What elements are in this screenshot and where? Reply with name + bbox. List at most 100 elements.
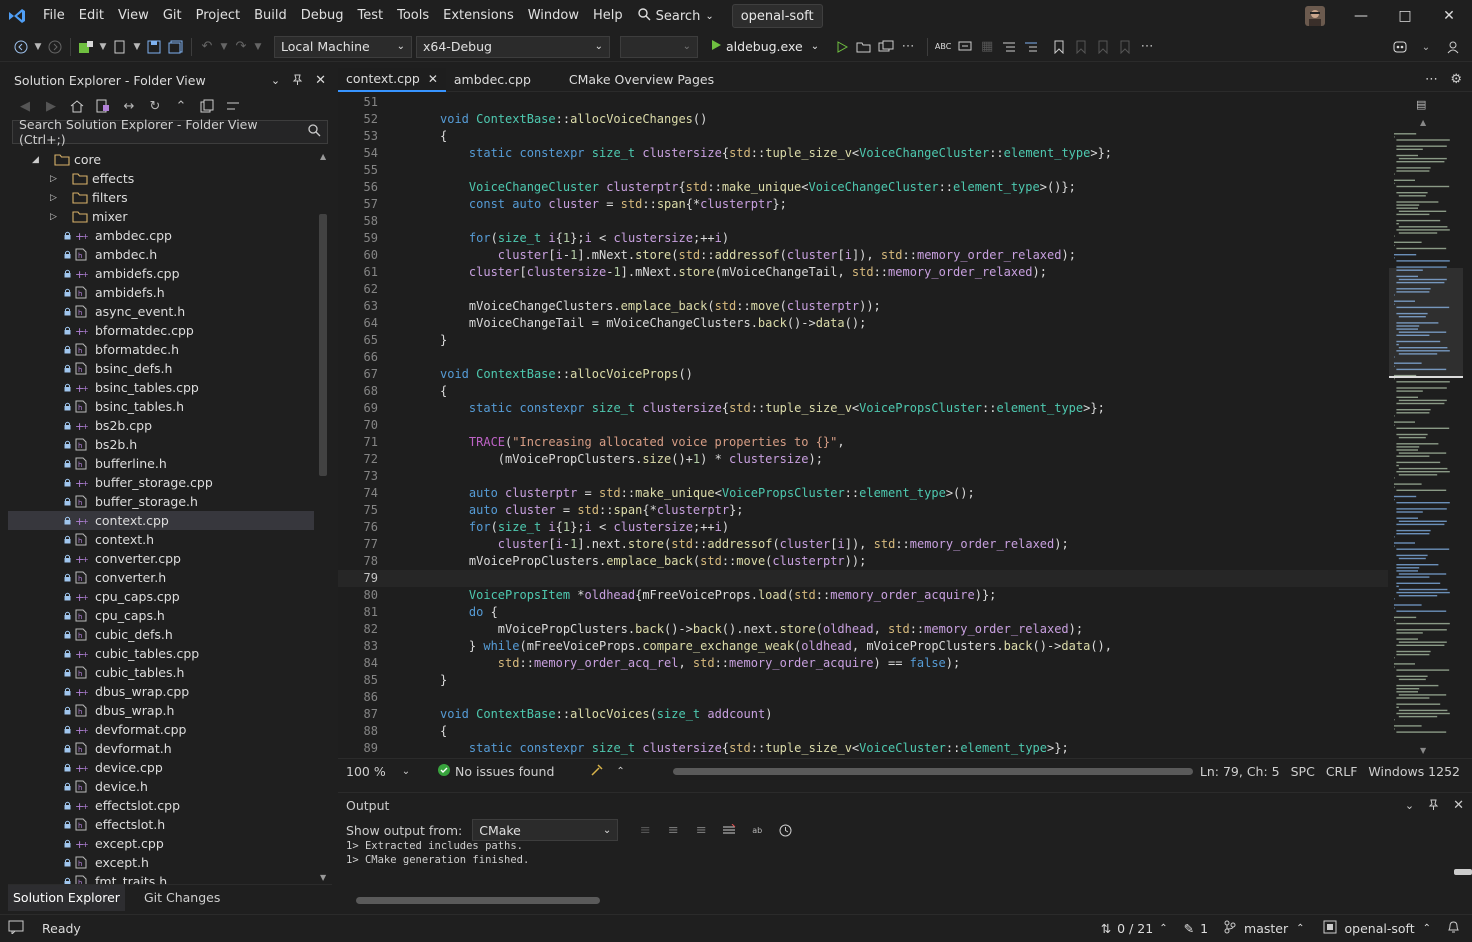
next-bookmark-icon[interactable] [1092,36,1114,58]
menu-tools[interactable]: Tools [390,4,436,28]
navigate-forward-icon[interactable] [44,36,66,58]
chevron-down-icon[interactable]: ⌄ [271,74,280,87]
search-menu[interactable]: Search ⌄ [630,4,722,28]
sidebar-tab-solution-explorer[interactable]: Solution Explorer [8,884,125,911]
output-source-dropdown[interactable]: CMake ⌄ [472,819,619,841]
menu-project[interactable]: Project [189,4,247,28]
chevron-down-icon[interactable]: ⌄ [1405,799,1414,812]
user-avatar[interactable] [1305,6,1325,26]
code-line[interactable]: 78 mVoicePropClusters.emplace_back(std::… [338,553,1388,570]
output-text[interactable]: 1> Extracted includes paths. 1> CMake gen… [346,839,529,867]
tree-item[interactable]: h async_event.h [8,302,314,321]
chevron-down-icon[interactable]: ▼ [32,36,44,58]
back-icon[interactable]: ◀ [14,95,36,117]
tree-item[interactable]: h bs2b.h [8,435,314,454]
tree-item[interactable]: h devformat.h [8,739,314,758]
more-options-icon[interactable]: ⋯ [1136,36,1158,58]
clear-bookmarks-icon[interactable] [1114,36,1136,58]
tree-item[interactable]: h ambidefs.h [8,283,314,302]
tree-item[interactable]: + + except.cpp [8,834,314,853]
platform-dropdown[interactable]: ⌄ [620,35,698,58]
menu-debug[interactable]: Debug [294,4,351,28]
previous-message-icon[interactable]: ≡ [662,819,684,841]
chevron-down-icon[interactable]: ⌄ [1415,36,1437,58]
tree-item[interactable]: h converter.h [8,568,314,587]
tree-item[interactable]: + + cubic_tables.cpp [8,644,314,663]
more-options-icon[interactable]: ⋯ [897,36,919,58]
repository-name[interactable]: openal-soft [1345,921,1415,936]
configuration-dropdown[interactable]: x64-Debug ⌄ [416,35,610,58]
code-line[interactable]: 68 { [338,383,1388,400]
tree-item[interactable]: + + context.cpp [8,511,314,530]
next-message-icon[interactable]: ≡ [690,819,712,841]
close-icon[interactable]: ✕ [315,73,326,88]
tree-item[interactable]: h effectslot.h [8,815,314,834]
tree-item[interactable]: h dbus_wrap.h [8,701,314,720]
outline-icon[interactable] [998,36,1020,58]
code-line[interactable]: 77 cluster[i-1].next.store(std::addresso… [338,536,1388,553]
code-line[interactable]: 70 [338,417,1388,434]
tab-overflow-icon[interactable]: ⋯ [1425,72,1438,87]
tree-item[interactable]: h bufferline.h [8,454,314,473]
code-line[interactable]: 82 mVoicePropClusters.back()->back().nex… [338,621,1388,638]
target-machine-dropdown[interactable]: Local Machine ⌄ [274,35,412,58]
code-line[interactable]: 83 } while(mFreeVoiceProps.compare_excha… [338,638,1388,655]
tab-context-cpp[interactable]: context.cpp ✕ [338,67,446,92]
code-line[interactable]: 65} [338,332,1388,349]
code-line[interactable]: 80 VoicePropsItem *oldhead{mFreeVoicePro… [338,587,1388,604]
word-wrap-icon[interactable]: ab [746,819,768,841]
open-folder-icon[interactable] [853,36,875,58]
tree-item[interactable]: h cubic_tables.h [8,663,314,682]
tree-item[interactable]: + + bformatdec.cpp [8,321,314,340]
solution-explorer-search-input[interactable]: Search Solution Explorer - Folder View (… [12,117,328,147]
tree-item[interactable]: + + dbus_wrap.cpp [8,682,314,701]
start-debugging-button[interactable]: aldebug.exe ⌄ [710,39,819,54]
tab-cmake-overview-pages[interactable]: CMake Overview Pages [561,68,722,92]
code-line[interactable]: 87 void ContextBase::allocVoices(size_t a… [338,706,1388,723]
close-window-button[interactable]: ✕ [1427,0,1471,32]
menu-extensions[interactable]: Extensions [436,4,521,28]
chevron-up-icon[interactable]: ⌃ [1423,923,1431,934]
tree-item[interactable]: + + buffer_storage.cpp [8,473,314,492]
code-line[interactable]: 60 cluster[i-1].mNext.store(std::address… [338,247,1388,264]
tree-item[interactable]: h context.h [8,530,314,549]
scroll-down-icon[interactable]: ▼ [1420,746,1426,755]
properties-icon[interactable] [222,95,244,117]
commits-count[interactable]: 0 / 21 [1117,921,1153,936]
bookmark-icon[interactable] [1048,36,1070,58]
tree-item[interactable]: h cpu_caps.h [8,606,314,625]
find-message-icon[interactable]: ≡ [634,819,656,841]
start-without-debugging-icon[interactable] [831,36,853,58]
code-line[interactable]: 75 auto cluster = std::span{*clusterptr}… [338,502,1388,519]
home-icon[interactable] [66,95,88,117]
code-line[interactable]: 64 mVoiceChangeTail = mVoiceChangeCluste… [338,315,1388,332]
pin-icon[interactable] [292,73,303,88]
navigate-back-icon[interactable] [10,36,32,58]
zoom-dropdown[interactable]: 100 % ⌄ [338,764,418,779]
tree-item[interactable]: h cubic_defs.h [8,625,314,644]
feedback-icon[interactable] [1442,36,1464,58]
menu-test[interactable]: Test [351,4,391,28]
tree-item[interactable]: + + device.cpp [8,758,314,777]
minimap[interactable]: ▤ ▲ ▼ [1388,94,1464,758]
code-line[interactable]: 52 void ContextBase::allocVoiceChanges() [338,111,1388,128]
previous-bookmark-icon[interactable] [1070,36,1092,58]
code-line[interactable]: 67 void ContextBase::allocVoiceProps() [338,366,1388,383]
close-icon[interactable]: ✕ [1453,798,1464,813]
collapse-all-icon[interactable]: ⌃ [170,95,192,117]
chevron-up-icon[interactable]: ⌃ [1159,923,1167,934]
chevron-down-icon[interactable]: ▼ [252,36,264,58]
tree-item[interactable]: h except.h [8,853,314,872]
open-file-icon[interactable] [109,36,131,58]
spell-check-icon[interactable]: ABC [932,36,954,58]
copilot-icon[interactable] [1390,36,1412,58]
horizontal-scrollbar[interactable] [664,767,1195,776]
pin-icon[interactable] [1428,798,1439,813]
undo-icon[interactable]: ↶ [196,36,218,58]
line-ending-indicator[interactable]: CRLF [1326,764,1358,779]
code-line[interactable]: 81 do { [338,604,1388,621]
menu-build[interactable]: Build [247,4,294,28]
save-icon[interactable] [143,36,165,58]
menu-help[interactable]: Help [586,4,630,28]
code-line[interactable]: 59 for(size_t i{1};i < clustersize;++i) [338,230,1388,247]
